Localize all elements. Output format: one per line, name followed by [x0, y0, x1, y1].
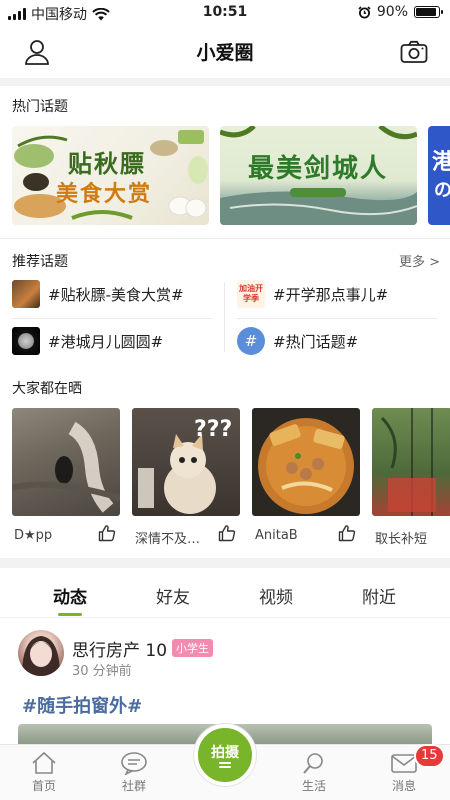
more-topics-link[interactable]: 更多 >: [399, 251, 440, 270]
nav-community[interactable]: 社群: [99, 751, 169, 794]
active-tab-indicator: [58, 613, 82, 616]
hot-topics-title: 热门话题: [12, 99, 68, 115]
banner-title-line2: の: [434, 180, 450, 201]
banner-title-line1: 港: [432, 150, 450, 175]
alarm-icon: [358, 5, 371, 18]
topic-label: #热门话题#: [273, 332, 359, 351]
topic-thumbnail: [12, 280, 40, 308]
hashtag-icon: #: [237, 327, 265, 355]
page-title: 小爱圈: [196, 42, 254, 64]
feed-tabs: 动态 好友 视频 附近: [0, 570, 450, 618]
topic-label: #贴秋膘-美食大赏#: [48, 285, 184, 304]
banner-title-line2: 美食大赏: [56, 182, 153, 207]
post-topic-tag[interactable]: #随手拍窗外#: [22, 692, 142, 718]
tab-video[interactable]: 视频: [236, 583, 316, 608]
banner-title: 最美剑城人: [248, 154, 389, 184]
thumbs-up-icon[interactable]: [218, 524, 236, 542]
nav-community-label: 社群: [121, 779, 146, 793]
topic-item-moon[interactable]: #港城月儿圆圆#: [12, 327, 163, 355]
divider: [237, 318, 437, 319]
topic-label: #港城月儿圆圆#: [48, 332, 164, 351]
shoot-button[interactable]: 拍摄: [194, 724, 256, 786]
status-right: 90%: [358, 4, 443, 20]
photo-feet-art: [12, 421, 120, 513]
menu-icon: [219, 766, 231, 768]
topic-label: #开学那点事儿#: [273, 285, 389, 304]
photo-username: D★pp: [14, 528, 53, 543]
photo-noodles-art: [258, 418, 354, 514]
battery-icon: [414, 6, 443, 18]
thumbs-up-icon[interactable]: [98, 524, 116, 542]
search-icon: [303, 753, 323, 774]
menu-icon: [219, 762, 231, 764]
shoot-button-label: 拍摄: [211, 745, 239, 761]
topic-thumbnail: [12, 327, 40, 355]
photo-username: AnitaB: [255, 528, 298, 543]
app-screen: 中国移动 10:51 90% 小爱圈 热门话题 贴秋膘 美食大赏 最美剑城人 港…: [0, 0, 450, 800]
feed-photos-title: 大家都在晒: [12, 381, 82, 397]
section-divider: [0, 558, 450, 568]
photo-cat-art: ???: [138, 417, 232, 514]
camera-icon[interactable]: [400, 40, 428, 64]
feed-photo[interactable]: ???: [132, 408, 240, 516]
hot-topic-banner-autumn-food[interactable]: 贴秋膘 美食大赏: [12, 126, 209, 225]
battery-percent: 90%: [376, 4, 408, 20]
home-icon: [32, 751, 56, 774]
hot-topic-banner-partial[interactable]: 港 の: [428, 126, 450, 225]
post-author[interactable]: 思行房产 10: [72, 636, 167, 661]
section-divider: [0, 78, 450, 86]
topic-item-school-start[interactable]: 加油开学季 #开学那点事儿#: [237, 280, 388, 308]
nav-life[interactable]: 生活: [279, 751, 349, 794]
svg-text:???: ???: [194, 417, 232, 442]
status-bar: 中国移动 10:51 90%: [0, 0, 450, 26]
photo-username: 深情不及…: [135, 532, 201, 547]
topic-thumbnail: 加油开学季: [237, 280, 265, 308]
divider: [224, 282, 225, 352]
feed-photo[interactable]: [252, 408, 360, 516]
user-level-badge: 小学生: [172, 639, 213, 657]
recommended-topics-title: 推荐话题: [12, 254, 68, 270]
nav-life-label: 生活: [301, 779, 326, 793]
message-count-badge: 15: [414, 744, 445, 768]
nav-bar: 小爱圈: [0, 26, 450, 78]
avatar-art: [22, 636, 60, 676]
photo-username: 取长补短: [375, 532, 428, 547]
divider: [0, 238, 450, 239]
avatar[interactable]: [18, 630, 64, 676]
tab-dynamic[interactable]: 动态: [30, 583, 110, 608]
chat-icon: [121, 752, 147, 775]
tab-friends[interactable]: 好友: [133, 583, 213, 608]
divider: [12, 318, 212, 319]
topic-item-hot[interactable]: # #热门话题#: [237, 327, 358, 355]
battery-fill: [416, 8, 436, 16]
feed-photo[interactable]: [372, 408, 450, 516]
post-timestamp: 30 分钟前: [72, 664, 132, 679]
topic-item-autumn-food[interactable]: #贴秋膘-美食大赏#: [12, 280, 184, 308]
nav-home[interactable]: 首页: [9, 751, 79, 794]
nav-home-label: 首页: [31, 779, 56, 793]
photo-plant-art: [380, 408, 436, 516]
nav-messages-label: 消息: [391, 779, 416, 793]
thumbs-up-icon[interactable]: [338, 524, 356, 542]
feed-photo[interactable]: [12, 408, 120, 516]
banner-title-line1: 贴秋膘: [68, 150, 146, 178]
hot-topic-banner-city[interactable]: 最美剑城人: [220, 126, 417, 225]
tab-nearby[interactable]: 附近: [339, 583, 419, 608]
